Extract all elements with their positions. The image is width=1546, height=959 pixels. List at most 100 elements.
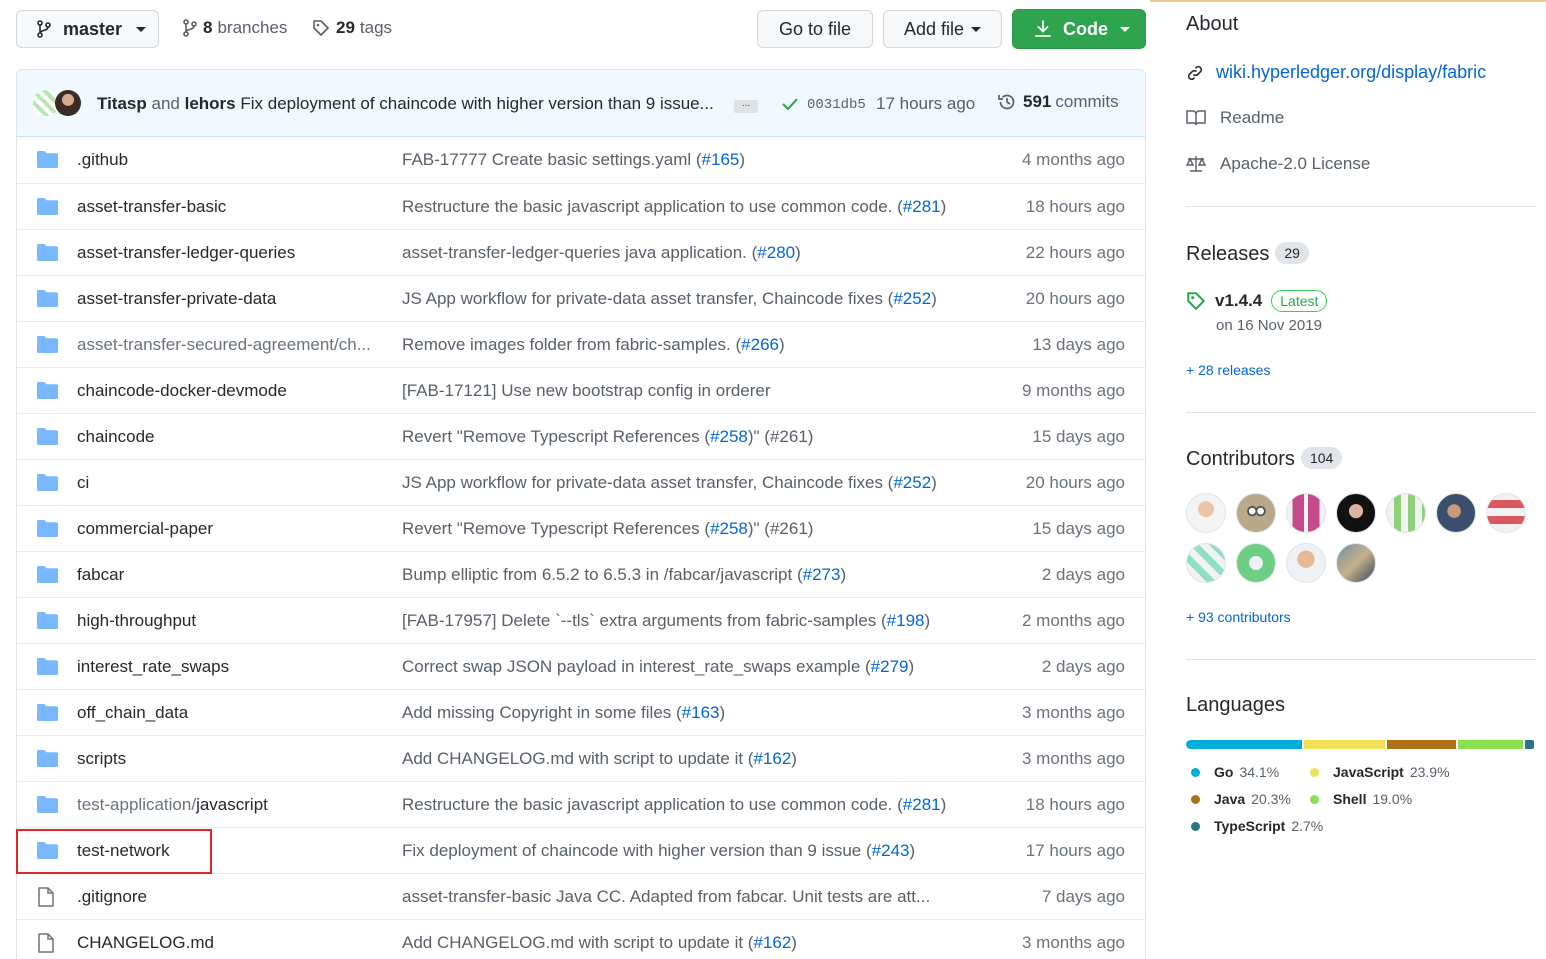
commit-coauthor-link[interactable]: lehors	[185, 94, 236, 113]
pull-request-link[interactable]: #279	[871, 657, 909, 676]
commit-message-link[interactable]: Fix deployment of chaincode with higher …	[240, 94, 713, 113]
file-commit-message[interactable]: asset-transfer-ledger-queries java appli…	[402, 243, 962, 263]
file-row[interactable]: .gitignore asset-transfer-basic Java CC. …	[17, 873, 1145, 919]
file-row[interactable]: high-throughput [FAB-17957] Delete `--tls…	[17, 597, 1145, 643]
file-row[interactable]: asset-transfer-private-data JS App workfl…	[17, 275, 1145, 321]
contributor-avatar[interactable]	[1436, 493, 1476, 533]
file-row[interactable]: asset-transfer-secured-agreement/ch... Re…	[17, 321, 1145, 367]
file-row[interactable]: commercial-paper Revert "Remove Typescrip…	[17, 505, 1145, 551]
commits-history-link[interactable]: 591 commits	[997, 92, 1119, 112]
file-name-link[interactable]: CHANGELOG.md	[77, 933, 382, 953]
file-name-link[interactable]: commercial-paper	[77, 519, 382, 539]
pull-request-link[interactable]: #162	[753, 749, 791, 768]
readme-link[interactable]: Readme	[1186, 108, 1284, 128]
commit-author-link[interactable]: Titasp	[97, 94, 147, 113]
file-name-link[interactable]: chaincode	[77, 427, 382, 447]
file-row[interactable]: test-application/javascript Restructure t…	[17, 781, 1145, 827]
file-name-link[interactable]: ci	[77, 473, 382, 493]
avatar[interactable]	[55, 90, 81, 116]
code-button[interactable]: Code	[1012, 9, 1146, 49]
file-commit-message[interactable]: Add CHANGELOG.md with script to update i…	[402, 933, 962, 953]
file-name-link[interactable]: asset-transfer-secured-agreement/ch...	[77, 335, 382, 355]
language-item[interactable]: Shell 19.0%	[1310, 791, 1412, 807]
tags-link[interactable]: 29 tags	[312, 18, 392, 38]
file-commit-message[interactable]: Bump elliptic from 6.5.2 to 6.5.3 in /fa…	[402, 565, 962, 585]
pull-request-link[interactable]: #162	[753, 933, 791, 952]
file-name-link[interactable]: asset-transfer-basic	[77, 197, 382, 217]
more-releases-link[interactable]: + 28 releases	[1186, 362, 1270, 378]
file-name-link[interactable]: .github	[77, 150, 382, 170]
pull-request-link[interactable]: #243	[872, 841, 910, 860]
pull-request-link[interactable]: #252	[893, 473, 931, 492]
more-contributors-link[interactable]: + 93 contributors	[1186, 609, 1291, 625]
file-name-link[interactable]: fabcar	[77, 565, 382, 585]
contributor-avatar[interactable]	[1486, 493, 1526, 533]
file-row[interactable]: CHANGELOG.md Add CHANGELOG.md with script…	[17, 919, 1145, 959]
pull-request-link[interactable]: #258	[710, 427, 748, 446]
homepage-link[interactable]: wiki.hyperledger.org/display/fabric	[1216, 62, 1486, 83]
language-item[interactable]: Go 34.1%	[1191, 764, 1279, 780]
file-row[interactable]: fabcar Bump elliptic from 6.5.2 to 6.5.3 …	[17, 551, 1145, 597]
contributor-avatar[interactable]	[1236, 493, 1276, 533]
contributors-title[interactable]: Contributors 104	[1186, 447, 1343, 471]
file-commit-message[interactable]: JS App workflow for private-data asset t…	[402, 289, 962, 309]
file-name-link[interactable]: test-network	[77, 841, 382, 861]
file-commit-message[interactable]: Restructure the basic javascript applica…	[402, 197, 962, 217]
go-to-file-button[interactable]: Go to file	[757, 10, 873, 48]
file-name-link[interactable]: .gitignore	[77, 887, 382, 907]
language-item[interactable]: TypeScript 2.7%	[1191, 818, 1323, 834]
contributor-avatar[interactable]	[1286, 493, 1326, 533]
file-commit-message[interactable]: [FAB-17121] Use new bootstrap config in …	[402, 381, 962, 401]
add-file-button[interactable]: Add file	[883, 10, 1002, 48]
pull-request-link[interactable]: #266	[741, 335, 779, 354]
commit-sha-link[interactable]: 0031db5	[807, 97, 866, 113]
file-commit-message[interactable]: Revert "Remove Typescript References (#2…	[402, 427, 962, 447]
file-name-link[interactable]: high-throughput	[77, 611, 382, 631]
pull-request-link[interactable]: #273	[803, 565, 841, 584]
file-row[interactable]: asset-transfer-ledger-queries asset-trans…	[17, 229, 1145, 275]
file-commit-message[interactable]: Add CHANGELOG.md with script to update i…	[402, 749, 962, 769]
file-commit-message[interactable]: JS App workflow for private-data asset t…	[402, 473, 962, 493]
file-name-link[interactable]: chaincode-docker-devmode	[77, 381, 382, 401]
file-row[interactable]: asset-transfer-basic Restructure the basi…	[17, 183, 1145, 229]
contributor-avatar[interactable]	[1336, 493, 1376, 533]
file-commit-message[interactable]: FAB-17777 Create basic settings.yaml (#1…	[402, 150, 962, 170]
file-row[interactable]: test-network Fix deployment of chaincode …	[17, 827, 1145, 873]
file-row[interactable]: chaincode-docker-devmode [FAB-17121] Use …	[17, 367, 1145, 413]
file-row[interactable]: ci JS App workflow for private-data asset…	[17, 459, 1145, 505]
language-item[interactable]: Java 20.3%	[1191, 791, 1291, 807]
pull-request-link[interactable]: #281	[903, 795, 941, 814]
file-row[interactable]: interest_rate_swaps Correct swap JSON pay…	[17, 643, 1145, 689]
pull-request-link[interactable]: #163	[682, 703, 720, 722]
pull-request-link[interactable]: #280	[757, 243, 795, 262]
branch-selector-button[interactable]: master	[16, 10, 159, 48]
pull-request-link[interactable]: #281	[903, 197, 941, 216]
file-name-link[interactable]: scripts	[77, 749, 382, 769]
license-link[interactable]: Apache-2.0 License	[1186, 154, 1370, 174]
pull-request-link[interactable]: #252	[893, 289, 931, 308]
file-name-link[interactable]: interest_rate_swaps	[77, 657, 382, 677]
file-commit-message[interactable]: Add missing Copyright in some files (#16…	[402, 703, 962, 723]
contributor-avatar[interactable]	[1286, 543, 1326, 583]
file-commit-message[interactable]: Revert "Remove Typescript References (#2…	[402, 519, 962, 539]
contributor-avatar[interactable]	[1186, 493, 1226, 533]
file-name-link[interactable]: off_chain_data	[77, 703, 382, 723]
pull-request-link[interactable]: #198	[887, 611, 925, 630]
latest-release[interactable]: v1.4.4 Latest	[1186, 290, 1328, 312]
file-row[interactable]: .github FAB-17777 Create basic settings.y…	[17, 137, 1145, 183]
pull-request-link[interactable]: #165	[702, 150, 740, 169]
expand-commit-button[interactable]: ...	[734, 99, 758, 113]
contributor-avatar[interactable]	[1236, 543, 1276, 583]
file-name-link[interactable]: asset-transfer-private-data	[77, 289, 382, 309]
file-row[interactable]: chaincode Revert "Remove Typescript Refer…	[17, 413, 1145, 459]
file-name-link[interactable]: test-application/javascript	[77, 795, 382, 815]
language-item[interactable]: JavaScript 23.9%	[1310, 764, 1450, 780]
file-commit-message[interactable]: Correct swap JSON payload in interest_ra…	[402, 657, 962, 677]
about-link[interactable]: wiki.hyperledger.org/display/fabric	[1186, 62, 1486, 83]
file-commit-message[interactable]: Fix deployment of chaincode with higher …	[402, 841, 962, 861]
contributor-avatar[interactable]	[1336, 543, 1376, 583]
branches-link[interactable]: 8 branches	[183, 18, 287, 38]
file-commit-message[interactable]: [FAB-17957] Delete `--tls` extra argumen…	[402, 611, 962, 631]
file-commit-message[interactable]: Remove images folder from fabric-samples…	[402, 335, 962, 355]
file-row[interactable]: off_chain_data Add missing Copyright in s…	[17, 689, 1145, 735]
